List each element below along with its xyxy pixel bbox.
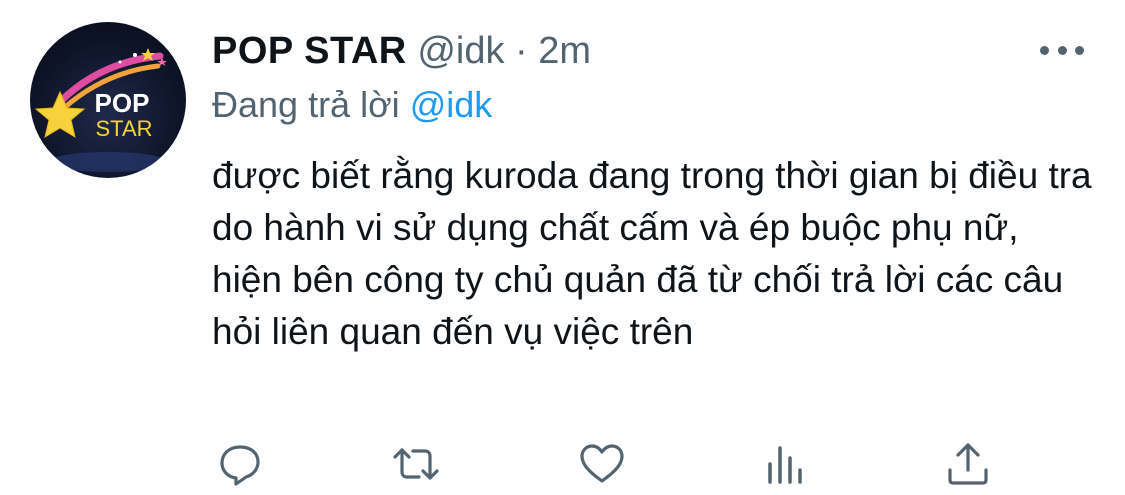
separator-dot: · — [515, 30, 528, 72]
tweet-text: được biết rằng kuroda đang trong thời gi… — [212, 155, 1092, 352]
display-name[interactable]: POP STAR — [212, 30, 407, 72]
comment-icon — [220, 445, 260, 486]
avatar-text-top: POP — [95, 88, 150, 118]
share-icon — [948, 443, 988, 485]
retweet-icon — [393, 448, 439, 480]
more-dot-icon — [1057, 45, 1067, 55]
pop-star-logo-icon: POP STAR — [34, 48, 168, 172]
more-options-button[interactable] — [1040, 36, 1084, 64]
avatar[interactable]: POP STAR — [30, 22, 186, 178]
tweet-header: POP STAR @idk · 2m — [212, 28, 591, 74]
tweet-actions — [212, 436, 1012, 492]
retweet-button[interactable] — [388, 436, 444, 492]
more-dot-icon — [1040, 45, 1049, 55]
bar-chart-icon — [768, 446, 802, 484]
reply-button[interactable] — [212, 436, 268, 492]
replying-to: Đang trả lời @idk — [212, 83, 492, 127]
more-dot-icon — [1075, 45, 1084, 55]
author-handle[interactable]: @idk — [417, 30, 504, 72]
tweet-card[interactable]: POP STAR POP STAR @idk · 2m Đang trả lời… — [0, 0, 1125, 495]
avatar-text-bottom: STAR — [95, 116, 152, 141]
like-button[interactable] — [574, 436, 630, 492]
analytics-button[interactable] — [758, 436, 814, 492]
reply-to-handle[interactable]: @idk — [410, 84, 493, 125]
reply-prefix: Đang trả lời — [212, 84, 400, 125]
heart-icon — [580, 444, 624, 483]
share-button[interactable] — [940, 436, 996, 492]
tweet-timestamp[interactable]: 2m — [538, 30, 591, 72]
